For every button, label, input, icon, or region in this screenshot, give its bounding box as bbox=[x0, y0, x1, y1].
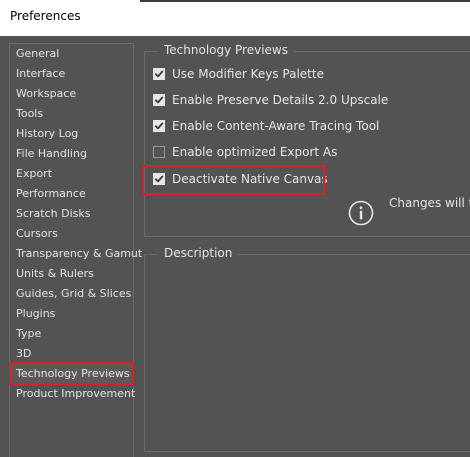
sidebar-item-file-handling[interactable]: File Handling bbox=[16, 144, 87, 164]
sidebar-item-product-improvement[interactable]: Product Improvement bbox=[16, 384, 135, 404]
option-label: Enable Preserve Details 2.0 Upscale bbox=[172, 93, 389, 107]
sidebar-item-scratch-disks[interactable]: Scratch Disks bbox=[16, 204, 90, 224]
option-label: Enable optimized Export As bbox=[172, 145, 338, 159]
sidebar-item-export[interactable]: Export bbox=[16, 164, 52, 184]
sidebar-item-3d[interactable]: 3D bbox=[16, 344, 31, 364]
sidebar-item-history-log[interactable]: History Log bbox=[16, 124, 78, 144]
checkbox-checked[interactable] bbox=[153, 68, 165, 80]
sidebar-item-type[interactable]: Type bbox=[16, 324, 41, 344]
checkbox-unchecked[interactable] bbox=[153, 146, 165, 158]
sidebar-item-guides-grid-slices[interactable]: Guides, Grid & Slices bbox=[16, 284, 131, 304]
title-bar: Preferences bbox=[0, 0, 470, 36]
technology-previews-heading: Technology Previews bbox=[158, 43, 294, 57]
sidebar-item-general[interactable]: General bbox=[16, 44, 59, 64]
checkbox-checked[interactable] bbox=[153, 94, 165, 106]
option-label: Use Modifier Keys Palette bbox=[172, 67, 324, 81]
sidebar-item-units-rulers[interactable]: Units & Rulers bbox=[16, 264, 94, 284]
sidebar-item-workspace[interactable]: Workspace bbox=[16, 84, 76, 104]
description-panel: Description bbox=[144, 246, 470, 452]
checkbox-checked[interactable] bbox=[153, 120, 165, 132]
sidebar-item-plugins[interactable]: Plugins bbox=[16, 304, 55, 324]
title-bar-strip bbox=[140, 0, 470, 2]
sidebar-item-interface[interactable]: Interface bbox=[16, 64, 65, 84]
window-title: Preferences bbox=[10, 9, 81, 23]
sidebar-item-tools[interactable]: Tools bbox=[16, 104, 43, 124]
sidebar-item-technology-previews[interactable]: Technology Previews bbox=[16, 364, 130, 384]
sidebar-item-cursors[interactable]: Cursors bbox=[16, 224, 58, 244]
sidebar-item-performance[interactable]: Performance bbox=[16, 184, 86, 204]
description-heading: Description bbox=[158, 246, 239, 260]
sidebar-item-transparency-gamut[interactable]: Transparency & Gamut bbox=[16, 244, 142, 264]
info-message: Changes will ta bbox=[389, 196, 470, 210]
deactivate-native-canvas-highlight bbox=[142, 165, 325, 195]
info-icon bbox=[348, 200, 374, 226]
option-label: Enable Content-Aware Tracing Tool bbox=[172, 119, 380, 133]
